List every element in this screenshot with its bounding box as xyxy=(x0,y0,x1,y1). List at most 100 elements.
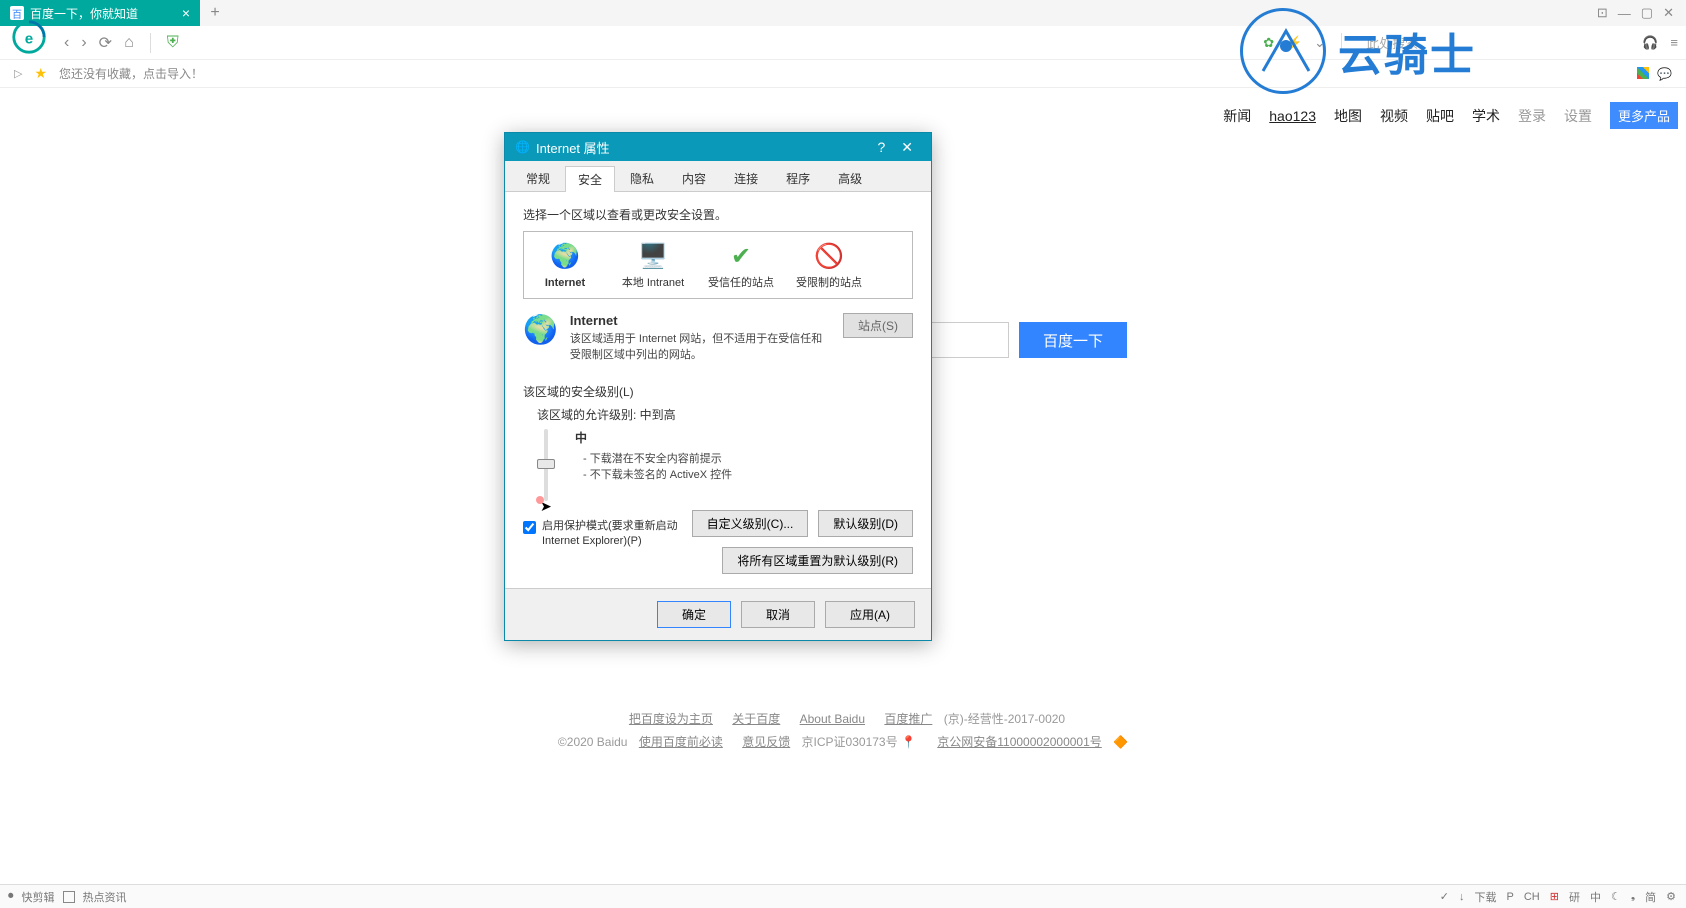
footer-biz: (京)-经营性-2017-0020 xyxy=(944,712,1065,726)
nav-reload-icon[interactable]: ⟳ xyxy=(99,33,112,53)
zone-desc: 该区域适用于 Internet 网站，但不适用于在受信任和受限制区域中列出的网站… xyxy=(570,332,831,363)
protected-mode-label: 启用保护模式(要求重新启动 Internet Explorer)(P) xyxy=(542,519,702,550)
security-slider[interactable] xyxy=(537,429,555,501)
dialog-help-icon[interactable]: ? xyxy=(869,139,893,155)
browser-logo: e xyxy=(10,18,48,56)
globe-icon: 🌍 xyxy=(523,313,558,363)
zone-internet[interactable]: 🌍 Internet xyxy=(530,240,600,290)
zone-intranet[interactable]: 🖥️ 本地 Intranet xyxy=(618,240,688,290)
cancel-button[interactable]: 取消 xyxy=(741,601,815,628)
tab-content[interactable]: 内容 xyxy=(669,165,719,191)
ime-zhong[interactable]: 中 xyxy=(1588,889,1603,905)
ime-icon-1[interactable]: ⊞ xyxy=(1548,890,1561,903)
footer-police[interactable]: 京公网安备11000002000001号 xyxy=(937,735,1102,749)
moon-icon[interactable]: ☾ xyxy=(1609,890,1623,903)
headset-icon[interactable]: 🎧 xyxy=(1642,35,1658,51)
status-p[interactable]: P xyxy=(1504,891,1515,903)
punct-icon[interactable]: ❟ xyxy=(1629,890,1637,903)
svg-text:e: e xyxy=(25,31,33,48)
nav-hao123[interactable]: hao123 xyxy=(1269,108,1316,124)
chat-icon[interactable]: 💬 xyxy=(1657,67,1672,81)
tab-close-icon[interactable]: × xyxy=(182,5,190,21)
tab-general[interactable]: 常规 xyxy=(513,165,563,191)
star-icon[interactable]: ★ xyxy=(34,65,47,82)
zone-trusted[interactable]: ✔ 受信任的站点 xyxy=(706,240,776,290)
window-restore-icon[interactable]: ⊡ xyxy=(1597,5,1608,21)
search-button[interactable]: 百度一下 xyxy=(1019,322,1127,358)
footer-feedback[interactable]: 意见反馈 xyxy=(742,735,790,749)
sec-bullet-1: - 下载潜在不安全内容前提示 xyxy=(583,450,732,466)
sec-bullet-2: - 不下载未签名的 ActiveX 控件 xyxy=(583,466,732,482)
page-nav: 新闻 hao123 地图 视频 贴吧 学术 登录 设置 更多产品 xyxy=(1223,102,1678,129)
apps-grid-icon[interactable] xyxy=(1637,67,1649,79)
ok-button[interactable]: 确定 xyxy=(657,601,731,628)
security-level-section: 该区域的安全级别(L) 该区域的允许级别: 中到高 中 - 下载潜在不安全内容前… xyxy=(523,383,913,574)
dropdown-icon[interactable]: ⌄ xyxy=(1314,35,1325,51)
window-close-icon[interactable]: ✕ xyxy=(1663,5,1674,21)
globe-icon: 🌍 xyxy=(549,240,581,272)
bookmarks-empty-text[interactable]: 您还没有收藏，点击导入！ xyxy=(59,65,203,82)
search-placeholder[interactable]: 此处搜索 xyxy=(1366,33,1418,52)
status-ch[interactable]: CH xyxy=(1522,891,1542,903)
blocked-icon: 🚫 xyxy=(813,240,845,272)
menu-icon[interactable]: ≡ xyxy=(1670,35,1678,50)
location-icon: 📍 xyxy=(901,735,916,749)
status-download[interactable]: 下载 xyxy=(1472,889,1498,905)
shield-icon[interactable]: ⛨ xyxy=(167,34,179,52)
window-controls: ⊡ — ▢ ✕ xyxy=(1585,0,1686,26)
record-icon[interactable]: ⏺ xyxy=(8,890,14,903)
sec-level-value: 中 xyxy=(575,429,732,446)
footer-about[interactable]: 关于百度 xyxy=(732,712,780,726)
new-tab-button[interactable]: + xyxy=(200,0,230,26)
footer-sethome[interactable]: 把百度设为主页 xyxy=(629,712,713,726)
tab-connections[interactable]: 连接 xyxy=(721,165,771,191)
footer-promo[interactable]: 百度推广 xyxy=(884,712,932,726)
nav-xueshu[interactable]: 学术 xyxy=(1472,106,1500,126)
nav-forward-icon[interactable]: › xyxy=(81,34,86,52)
nav-settings[interactable]: 设置 xyxy=(1564,106,1592,126)
reset-all-button[interactable]: 将所有区域重置为默认级别(R) xyxy=(722,547,913,574)
nav-video[interactable]: 视频 xyxy=(1380,106,1408,126)
zone-list: 🌍 Internet 🖥️ 本地 Intranet ✔ 受信任的站点 🚫 受限制… xyxy=(523,231,913,299)
zone-restricted[interactable]: 🚫 受限制的站点 xyxy=(794,240,864,290)
gear-icon[interactable]: ✿ xyxy=(1263,35,1274,51)
check-icon[interactable]: ✓ xyxy=(1438,890,1451,903)
tab-advanced[interactable]: 高级 xyxy=(825,165,875,191)
news-icon[interactable] xyxy=(63,891,75,903)
window-maximize-icon[interactable]: ▢ xyxy=(1641,5,1653,21)
play-icon[interactable]: ▷ xyxy=(14,67,22,80)
tab-security[interactable]: 安全 xyxy=(565,166,615,192)
footer-about-en[interactable]: About Baidu xyxy=(800,712,865,726)
download-icon[interactable]: ↓ xyxy=(1457,891,1467,903)
settings-icon[interactable]: ⚙ xyxy=(1664,890,1678,903)
footer-read[interactable]: 使用百度前必读 xyxy=(639,735,723,749)
sec-level-header: 该区域的安全级别(L) xyxy=(523,383,913,400)
custom-level-button[interactable]: 自定义级别(C)... xyxy=(692,510,809,537)
tab-programs[interactable]: 程序 xyxy=(773,165,823,191)
nav-news[interactable]: 新闻 xyxy=(1223,106,1251,126)
nav-more-products[interactable]: 更多产品 xyxy=(1610,102,1678,129)
status-bar: ⏺ 快剪辑 热点资讯 ✓ ↓ 下载 P CH ⊞ 研 中 ☾ ❟ 简 ⚙ xyxy=(0,884,1686,908)
zone-detail: 🌍 Internet 该区域适用于 Internet 网站，但不适用于在受信任和… xyxy=(523,313,913,363)
nav-map[interactable]: 地图 xyxy=(1334,106,1362,126)
ime-jian[interactable]: 简 xyxy=(1643,889,1658,905)
nav-back-icon[interactable]: ‹ xyxy=(64,34,69,52)
status-quickclip[interactable]: 快剪辑 xyxy=(22,889,55,905)
bolt-icon[interactable]: ⚡ xyxy=(1286,35,1302,51)
nav-tieba[interactable]: 贴吧 xyxy=(1426,106,1454,126)
nav-login[interactable]: 登录 xyxy=(1518,106,1546,126)
nav-home-icon[interactable]: ⌂ xyxy=(124,34,134,52)
default-level-button[interactable]: 默认级别(D) xyxy=(818,510,913,537)
window-minimize-icon[interactable]: — xyxy=(1618,6,1631,21)
footer-copyright: ©2020 Baidu xyxy=(558,735,631,749)
dialog-title: Internet 属性 xyxy=(536,138,610,157)
tab-privacy[interactable]: 隐私 xyxy=(617,165,667,191)
dialog-close-icon[interactable]: ✕ xyxy=(893,139,921,156)
sites-button[interactable]: 站点(S) xyxy=(843,313,913,338)
protected-mode-checkbox[interactable] xyxy=(523,521,536,534)
dialog-titlebar[interactable]: 🌐 Internet 属性 ? ✕ xyxy=(505,133,931,161)
status-hotnews[interactable]: 热点资讯 xyxy=(83,889,127,905)
ime-yan[interactable]: 研 xyxy=(1567,889,1582,905)
zone-name: Internet xyxy=(570,313,831,328)
apply-button[interactable]: 应用(A) xyxy=(825,601,915,628)
